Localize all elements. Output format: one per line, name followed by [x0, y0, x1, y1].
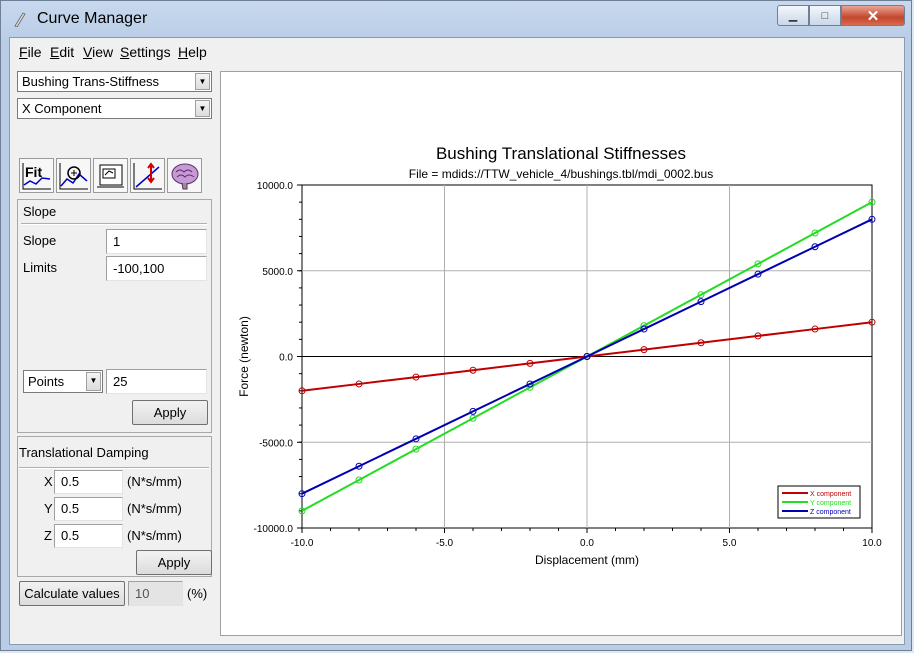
- zoom-curve-button[interactable]: [56, 158, 91, 193]
- limits-input[interactable]: -100,100: [106, 256, 207, 281]
- left-panel: Bushing Trans-Stiffness ▼ X Component ▼ …: [15, 68, 216, 640]
- chevron-down-icon: ▼: [86, 372, 101, 391]
- damping-z-label: Z: [44, 528, 52, 543]
- chevron-down-icon: ▼: [195, 100, 210, 117]
- menu-settings[interactable]: Settings: [120, 44, 171, 60]
- damping-apply-button[interactable]: Apply: [136, 550, 212, 575]
- damping-group-title: Translational Damping: [19, 445, 149, 460]
- points-select[interactable]: Points ▼: [23, 370, 103, 393]
- legend-label: X component: [810, 491, 851, 498]
- y-tick-label: 0.0: [279, 353, 293, 364]
- brain-icon: [171, 163, 199, 190]
- slope-input[interactable]: 1: [106, 229, 207, 254]
- menu-bar: File Edit View Settings Help: [10, 38, 904, 64]
- slope-label: Slope: [23, 233, 57, 248]
- divider: [21, 223, 207, 225]
- app-icon: [14, 12, 26, 27]
- brain-button[interactable]: [167, 158, 202, 193]
- legend-label: Y component: [810, 500, 851, 507]
- fit-button[interactable]: Fit: [19, 158, 54, 193]
- fit-icon: Fit: [22, 163, 51, 190]
- minimize-button[interactable]: ▁: [777, 5, 809, 26]
- table-button[interactable]: [93, 158, 128, 193]
- menu-file[interactable]: File: [19, 44, 42, 60]
- zoom-curve-icon: [59, 163, 88, 190]
- menu-view[interactable]: View: [83, 44, 113, 60]
- y-tick-label: 10000.0: [257, 181, 294, 192]
- slope-group-title: Slope: [23, 204, 57, 219]
- curve-manager-window: Curve Manager ▁ □ ✕ File Edit View Setti…: [0, 0, 912, 651]
- slope-apply-button[interactable]: Apply: [132, 400, 208, 425]
- component-select[interactable]: X Component ▼: [17, 98, 212, 119]
- damping-y-unit: (N*s/mm): [127, 501, 182, 516]
- points-input[interactable]: 25: [106, 369, 207, 394]
- y-tick-label: 5000.0: [262, 267, 293, 278]
- calculate-percent-unit: (%): [187, 586, 208, 601]
- divider: [19, 467, 209, 469]
- damping-y-label: Y: [44, 501, 53, 516]
- maximize-button[interactable]: □: [809, 5, 841, 26]
- close-icon: ✕: [866, 7, 880, 25]
- damping-x-input[interactable]: 0.5: [54, 470, 123, 494]
- calculate-percent-input[interactable]: 10: [128, 581, 183, 606]
- table-icon: [97, 164, 124, 188]
- calculate-values-button[interactable]: Calculate values: [19, 581, 125, 606]
- minimize-icon: ▁: [788, 10, 798, 22]
- x-tick-label: -10.0: [291, 538, 314, 549]
- y-tick-label: -10000.0: [254, 524, 294, 535]
- scale-curve-button[interactable]: [130, 158, 165, 193]
- damping-z-input[interactable]: 0.5: [54, 524, 123, 548]
- maximize-icon: □: [821, 9, 829, 22]
- chart-svg: -10.0 -5.0 0.0 5.0 10.0 -10000.0 -5000.0 0.0 500…: [237, 181, 882, 567]
- x-axis-label: Displacement (mm): [535, 553, 639, 567]
- legend-label: Z component: [810, 509, 851, 516]
- y-axis-label: Force (newton): [237, 316, 251, 397]
- x-tick-label: 5.0: [723, 538, 737, 549]
- chevron-down-icon: ▼: [195, 73, 210, 90]
- plot-panel: Bushing Translational Stiffnesses File =…: [220, 71, 902, 636]
- close-button[interactable]: ✕: [841, 5, 905, 26]
- property-select[interactable]: Bushing Trans-Stiffness ▼: [17, 71, 212, 92]
- x-tick-label: 0.0: [580, 538, 594, 549]
- damping-x-label: X: [44, 474, 53, 489]
- menu-help[interactable]: Help: [178, 44, 207, 60]
- damping-y-input[interactable]: 0.5: [54, 497, 123, 521]
- x-tick-label: -5.0: [436, 538, 454, 549]
- window-title: Curve Manager: [37, 10, 148, 27]
- scale-curve-icon: [133, 162, 162, 190]
- client-area: File Edit View Settings Help Bushing Tra…: [9, 37, 905, 645]
- y-tick-label: -5000.0: [259, 438, 293, 449]
- damping-z-unit: (N*s/mm): [127, 528, 182, 543]
- x-tick-label: 10.0: [862, 538, 882, 549]
- title-bar[interactable]: Curve Manager ▁ □ ✕: [1, 1, 911, 37]
- menu-edit[interactable]: Edit: [50, 44, 74, 60]
- svg-text:Fit: Fit: [25, 164, 42, 180]
- damping-x-unit: (N*s/mm): [127, 474, 182, 489]
- limits-label: Limits: [23, 260, 57, 275]
